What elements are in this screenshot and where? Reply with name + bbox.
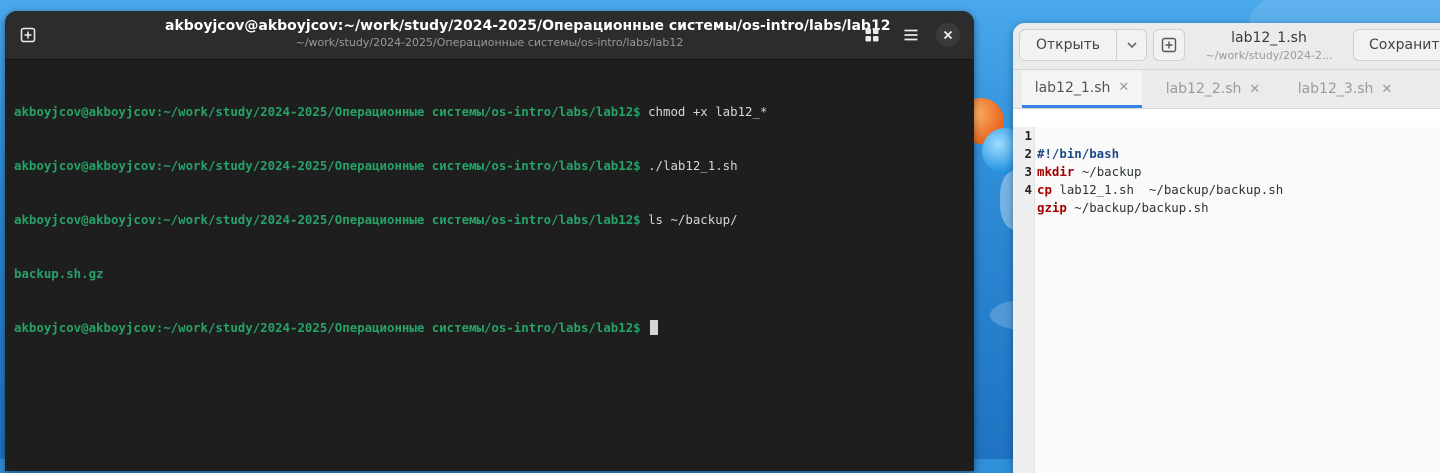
terminal-window[interactable]: akboyjcov@akboyjcov:~/work/study/2024-20… — [5, 11, 974, 471]
text-cursor — [650, 320, 659, 335]
line-number: 4 — [1024, 182, 1032, 197]
terminal-headerbar: akboyjcov@akboyjcov:~/work/study/2024-20… — [5, 11, 974, 60]
terminal-line: akboyjcov@akboyjcov:~/work/study/2024-20… — [14, 319, 965, 337]
code-line: 3 cp lab12_1.sh ~/backup/backup.sh — [1013, 145, 1440, 197]
terminal-line: akboyjcov@akboyjcov:~/work/study/2024-20… — [14, 211, 965, 229]
close-icon[interactable]: ✕ — [1381, 82, 1392, 97]
code-keyword: gzip — [1037, 200, 1067, 215]
editor-headerbar: Открыть lab12_1.sh ~/work/study/2024-2..… — [1013, 23, 1440, 70]
new-document-button[interactable] — [1153, 29, 1185, 61]
code-editor[interactable]: 1 #!/bin/bash 2 mkdir ~/backup 3 cp lab1… — [1013, 109, 1440, 473]
open-dropdown-button[interactable] — [1117, 30, 1146, 60]
code-text: cp lab12_1.sh ~/backup/backup.sh — [1037, 181, 1283, 199]
new-tab-icon — [20, 27, 36, 43]
close-icon — [943, 30, 953, 40]
shell-prompt: akboyjcov@akboyjcov:~/work/study/2024-20… — [14, 320, 641, 335]
text-editor-window[interactable]: Открыть lab12_1.sh ~/work/study/2024-2..… — [1013, 23, 1440, 473]
new-tab-button[interactable] — [11, 18, 45, 52]
tab-lab12-1[interactable]: lab12_1.sh ✕ — [1022, 70, 1142, 108]
terminal-line: akboyjcov@akboyjcov:~/work/study/2024-20… — [14, 103, 965, 121]
command-text: ./lab12_1.sh — [640, 158, 738, 173]
command-text: chmod +x lab12_* — [640, 104, 768, 119]
tab-lab12-2[interactable]: lab12_2.sh ✕ — [1153, 70, 1273, 108]
shell-prompt: akboyjcov@akboyjcov:~/work/study/2024-20… — [14, 104, 641, 119]
tab-overview-button[interactable] — [855, 18, 889, 52]
code-args: ~/backup/backup.sh — [1066, 200, 1209, 215]
code-args: lab12_1.sh ~/backup/backup.sh — [1051, 182, 1284, 197]
tab-label: lab12_3.sh — [1297, 81, 1374, 97]
shell-prompt: akboyjcov@akboyjcov:~/work/study/2024-20… — [14, 158, 641, 173]
terminal-subtitle: ~/work/study/2024-2025/Операционные сист… — [295, 36, 684, 49]
tab-label: lab12_2.sh — [1165, 81, 1242, 97]
tab-grid-icon — [865, 28, 879, 42]
command-text: ls ~/backup/ — [640, 212, 738, 227]
editor-subtitle: ~/work/study/2024-2... — [1205, 49, 1333, 62]
code-text: gzip ~/backup/backup.sh — [1037, 199, 1209, 217]
shell-prompt: akboyjcov@akboyjcov:~/work/study/2024-20… — [14, 212, 641, 227]
tab-lab12-3[interactable]: lab12_3.sh ✕ — [1285, 70, 1405, 108]
editor-tabbar: lab12_1.sh ✕ lab12_2.sh ✕ lab12_3.sh ✕ — [1013, 70, 1440, 109]
open-button[interactable]: Открыть — [1020, 30, 1117, 60]
terminal-title: akboyjcov@akboyjcov:~/work/study/2024-20… — [165, 18, 891, 34]
new-tab-icon — [1161, 37, 1177, 53]
hamburger-menu-icon — [904, 29, 918, 41]
command-text — [641, 320, 648, 335]
command-output: backup.sh.gz — [14, 266, 104, 281]
close-icon[interactable]: ✕ — [1249, 82, 1260, 97]
tab-label: lab12_1.sh — [1034, 79, 1111, 96]
terminal-line: akboyjcov@akboyjcov:~/work/study/2024-20… — [14, 157, 965, 175]
close-icon[interactable]: ✕ — [1118, 80, 1129, 95]
code-line: 1 #!/bin/bash — [1013, 109, 1440, 161]
open-button-group: Открыть — [1019, 29, 1147, 61]
terminal-line: backup.sh.gz — [14, 265, 965, 283]
code-line: 2 mkdir ~/backup — [1013, 127, 1440, 179]
editor-title: lab12_1.sh — [1231, 30, 1307, 46]
code-line: 4 gzip ~/backup/backup.sh — [1013, 163, 1440, 215]
chevron-down-icon — [1126, 42, 1137, 49]
terminal-output[interactable]: akboyjcov@akboyjcov:~/work/study/2024-20… — [5, 60, 974, 380]
close-window-button[interactable] — [936, 23, 960, 47]
save-button[interactable]: Сохранить — [1353, 29, 1440, 61]
main-menu-button[interactable] — [894, 18, 928, 52]
